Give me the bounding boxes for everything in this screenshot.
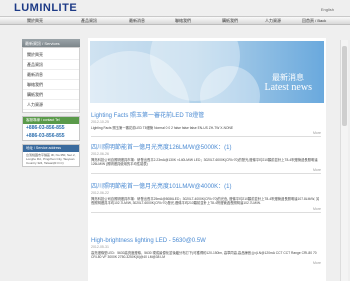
sidebar-item-news[interactable]: 最新消息 bbox=[23, 70, 79, 80]
news-date: 2012-05-31 bbox=[91, 245, 109, 249]
news-date: 2012-10-25 bbox=[91, 120, 109, 124]
news-date: 2012-06-22 bbox=[91, 191, 109, 195]
sidebar-title: 最新資訊 / Services bbox=[22, 39, 80, 47]
divider bbox=[91, 136, 321, 138]
page: LUMINLITE English 關於興亮 產品資訊 最新消息 聯絡我們 購紙… bbox=[0, 0, 350, 281]
main-content: 最新消息 Latest news Lighting Facts 照玉第一審花前L… bbox=[88, 38, 326, 281]
divider bbox=[91, 211, 321, 213]
news-title[interactable]: Lighting Facts 照玉第一審花前LED T8燈管 bbox=[91, 110, 321, 119]
sidebar-item-buy[interactable]: 購紙我們 bbox=[23, 90, 79, 100]
banner-title-en: Latest news bbox=[264, 82, 313, 93]
vertical-scrollbar[interactable] bbox=[340, 40, 348, 281]
nav-hr[interactable]: 人力資源 bbox=[265, 18, 281, 24]
language-link[interactable]: English bbox=[321, 7, 334, 12]
sidebar-item-contact[interactable]: 聯絡我們 bbox=[23, 80, 79, 90]
contact-box: 客服專線 / contact Tel +886-03-856-855 +886-… bbox=[22, 116, 80, 141]
news-title[interactable]: 四川照明節能首一億月光亮度101LM/W@4000K：(1) bbox=[91, 181, 321, 190]
contact-tel-2: +886-03-856-855 bbox=[26, 133, 65, 139]
news-body: 興亮科技公司自照明燈具市場：研發出長平25mA@5086LED；3020LT-4… bbox=[91, 197, 320, 206]
news-body: 高亮燈條型LED：5630高亮度燈條，5630 現成最優化並後繼分布訂下(可獲得… bbox=[91, 251, 317, 260]
header: LUMINLITE English bbox=[0, 0, 350, 14]
address-text: 台灣桃園市平鎮區 3F, No.350, Sec.2, Longhe Rd., … bbox=[26, 153, 76, 165]
sidebar-item-products[interactable]: 產品資訊 bbox=[23, 60, 79, 70]
news-item: 四川照明節能首一億月光亮度101LM/W@4000K：(1) 2012-06-2… bbox=[91, 181, 321, 213]
news-item: 四川照明節能首一億月光亮度126LM/W@5000K：(1) 2012-06-2… bbox=[91, 142, 321, 174]
contact-caption: 客服專線 / contact Tel bbox=[23, 117, 79, 124]
nav-news[interactable]: 最新消息 bbox=[129, 18, 145, 24]
nav-about[interactable]: 關於興亮 bbox=[27, 18, 43, 24]
sidebar-menu: 關於興亮 產品資訊 最新消息 聯絡我們 購紙我們 人力資源 bbox=[22, 47, 80, 113]
nav-back[interactable]: 回首頁 / Back bbox=[302, 18, 326, 24]
contact-tel-1: +886-03-856-855 bbox=[26, 125, 65, 131]
news-title[interactable]: 四川照明節能首一億月光亮度126LM/W@5000K：(1) bbox=[91, 142, 321, 151]
nav-contact[interactable]: 聯絡我們 bbox=[175, 18, 191, 24]
nav-products[interactable]: 產品資訊 bbox=[81, 18, 97, 24]
news-more-link[interactable]: More bbox=[91, 168, 321, 172]
news-more-link[interactable]: More bbox=[91, 131, 321, 135]
news-title[interactable]: High-brightness lighting LED - 5630@0.5W bbox=[91, 238, 321, 244]
sidebar-item-about[interactable]: 關於興亮 bbox=[23, 50, 79, 60]
sidebar-item-hr[interactable]: 人力資源 bbox=[23, 100, 79, 110]
news-more-link[interactable]: More bbox=[91, 207, 321, 211]
site-logo[interactable]: LUMINLITE bbox=[14, 2, 77, 14]
news-date: 2012-06-26 bbox=[91, 152, 109, 156]
news-more-link[interactable]: More bbox=[91, 261, 321, 265]
nav-buy[interactable]: 購紙我們 bbox=[222, 18, 238, 24]
news-body: Lighting Facts 照玉第一審花前LED T8燈管 Normal 0 … bbox=[91, 126, 234, 130]
main-nav: 關於興亮 產品資訊 最新消息 聯絡我們 購紙我們 人力資源 回首頁 / Back bbox=[0, 16, 350, 25]
address-caption: 地址 / Service address bbox=[23, 145, 79, 152]
divider bbox=[91, 172, 321, 174]
news-item: High-brightness lighting LED - 5630@0.5W… bbox=[91, 238, 321, 265]
news-body: 興亮科技公司自照明燈具市場：研發出長平2.23mA@130K ×140LM/W … bbox=[91, 158, 318, 167]
sidebar: 最新資訊 / Services 關於興亮 產品資訊 最新消息 聯絡我們 購紙我們… bbox=[22, 39, 80, 239]
news-banner: 最新消息 Latest news bbox=[90, 41, 324, 103]
scrollbar-thumb[interactable] bbox=[342, 46, 347, 126]
address-box: 地址 / Service address 台灣桃園市平鎮區 3F, No.350… bbox=[22, 144, 80, 167]
news-item: Lighting Facts 照玉第一審花前LED T8燈管 2012-10-2… bbox=[91, 110, 321, 138]
